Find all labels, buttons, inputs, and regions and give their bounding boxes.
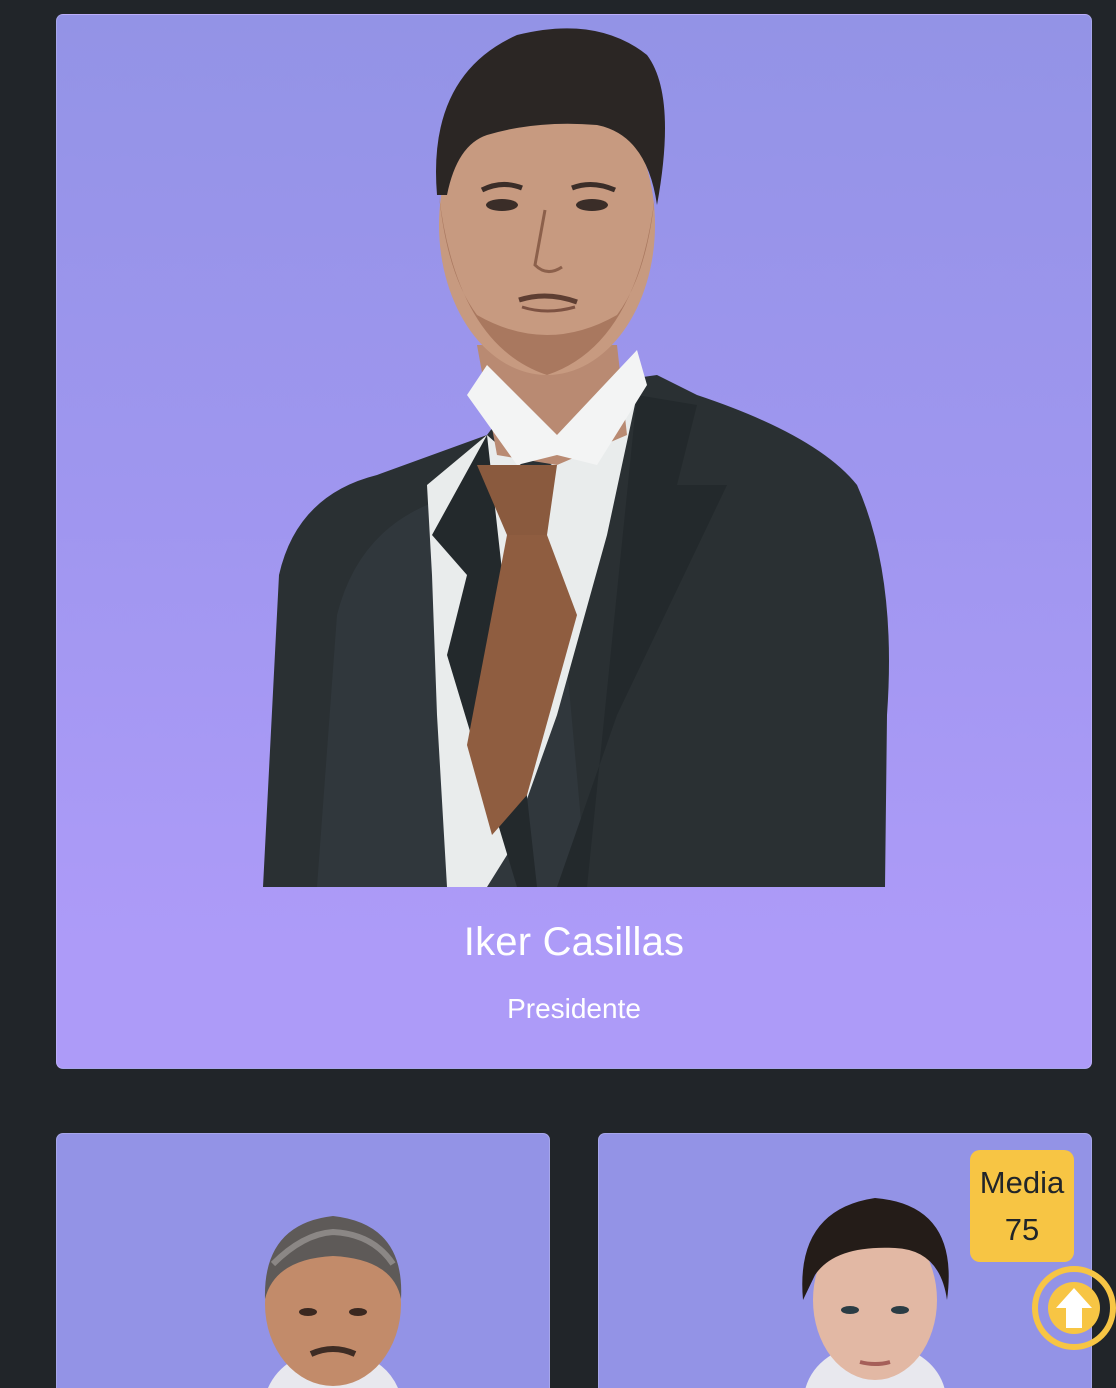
president-role: Presidente: [507, 993, 641, 1024]
media-label: Media: [979, 1165, 1065, 1200]
media-value: 75: [1004, 1212, 1040, 1247]
player-photo: [802, 1198, 949, 1388]
staff-card[interactable]: [56, 1133, 550, 1388]
media-badge: Media 75: [970, 1150, 1074, 1262]
president-name: Iker Casillas: [463, 920, 685, 964]
president-card[interactable]: Iker Casillas Presidente: [56, 14, 1092, 1069]
staff-photo: [264, 1216, 402, 1388]
staff-page: Iker Casillas Presidente Media 75: [0, 0, 1116, 1388]
president-photo: [263, 28, 889, 887]
arrow-up-icon: [1048, 1282, 1100, 1334]
scroll-top-button[interactable]: [1032, 1266, 1116, 1350]
